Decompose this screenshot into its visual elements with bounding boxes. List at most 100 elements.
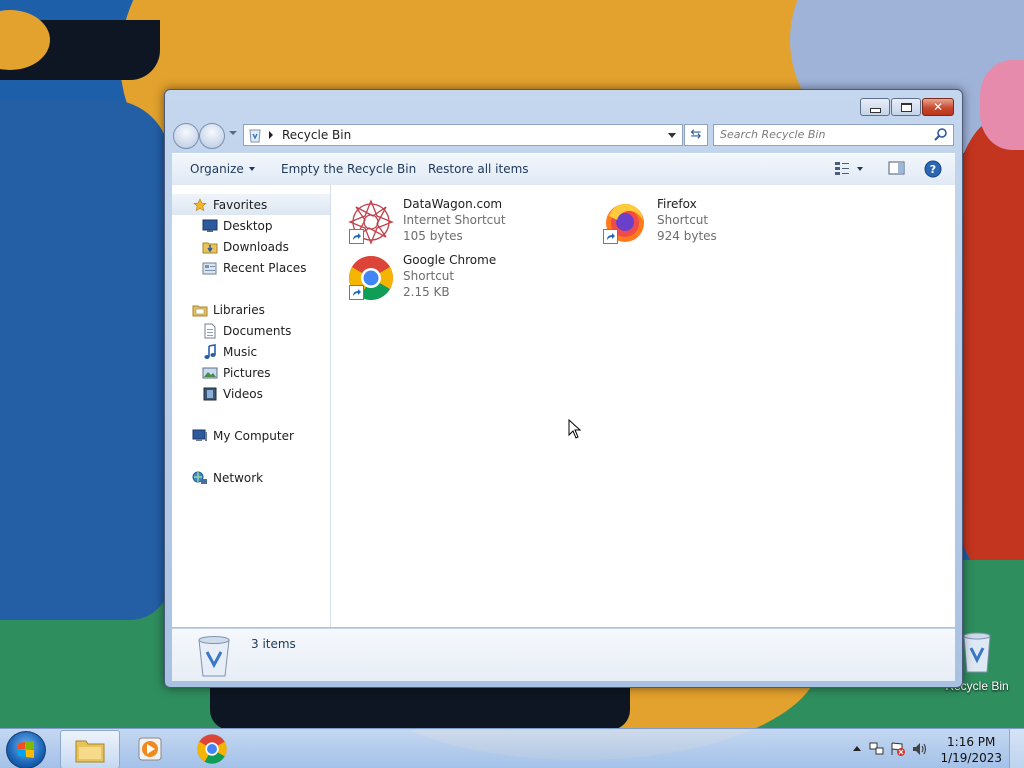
shortcut-arrow-icon: [349, 229, 364, 244]
recent-places-icon: [202, 260, 218, 276]
taskbar-explorer[interactable]: [60, 730, 120, 768]
downloads-folder-icon: [202, 239, 218, 255]
explorer-body: Favorites Desktop Downloads Recent Place…: [172, 185, 955, 627]
refresh-button[interactable]: ⇆: [684, 124, 708, 146]
svg-text:?: ?: [930, 163, 936, 176]
windows-logo-icon: [18, 741, 34, 758]
search-icon[interactable]: [934, 128, 947, 141]
nav-label: Favorites: [213, 197, 268, 212]
file-type: Shortcut: [657, 213, 709, 227]
show-hidden-icons-icon[interactable]: [849, 742, 865, 756]
address-bar[interactable]: Recycle Bin: [243, 124, 683, 146]
datawagon-icon: [347, 198, 395, 246]
details-pane: 3 items: [172, 628, 955, 681]
clock-time: 1:16 PM: [947, 735, 996, 749]
refresh-icon: ⇆: [690, 127, 702, 142]
back-button[interactable]: [173, 123, 199, 149]
nav-recent-places[interactable]: Recent Places: [172, 257, 330, 278]
nav-label: Libraries: [213, 302, 265, 317]
maximize-button[interactable]: [891, 98, 921, 116]
taskbar-media-player[interactable]: [121, 730, 179, 767]
nav-music[interactable]: Music: [172, 341, 330, 362]
nav-label: Music: [223, 344, 258, 359]
nav-label: Network: [213, 470, 264, 485]
file-name: DataWagon.com: [403, 197, 503, 211]
recycle-bin-icon: [198, 636, 230, 677]
explorer-window[interactable]: ✕ Recycle Bin ⇆ Organize Empty the R: [164, 89, 963, 688]
nav-label: My Computer: [213, 428, 294, 443]
shortcut-arrow-icon: [349, 285, 364, 300]
show-desktop-button[interactable]: [1009, 729, 1024, 768]
nav-libraries[interactable]: Libraries: [172, 299, 330, 320]
system-tray: 1:16 PM 1/19/2023: [844, 729, 1024, 768]
item-count: 3 items: [251, 637, 296, 651]
nav-downloads[interactable]: Downloads: [172, 236, 330, 257]
taskbar-chrome[interactable]: [183, 730, 241, 767]
search-box[interactable]: [713, 124, 954, 146]
breadcrumb[interactable]: Recycle Bin: [282, 128, 351, 142]
nav-label: Pictures: [223, 365, 271, 380]
nav-pictures[interactable]: Pictures: [172, 362, 330, 383]
file-type: Internet Shortcut: [403, 213, 506, 227]
action-center-flag-icon[interactable]: [890, 742, 906, 756]
mouse-cursor-icon: [568, 419, 582, 439]
search-input[interactable]: [714, 125, 931, 143]
close-button[interactable]: ✕: [922, 98, 954, 116]
recycle-bin-icon: [249, 129, 261, 143]
maximize-icon: [900, 102, 912, 112]
minimize-icon: [869, 107, 881, 113]
recent-pages-dropdown[interactable]: [229, 131, 237, 135]
taskbar: 1:16 PM 1/19/2023: [0, 728, 1024, 768]
file-list[interactable]: DataWagon.com Internet Shortcut 105 byte…: [331, 185, 955, 627]
empty-recycle-bin-button[interactable]: Empty the Recycle Bin: [281, 162, 416, 176]
wallpaper-shape: [980, 60, 1024, 150]
nav-label: Desktop: [223, 218, 273, 233]
nav-documents[interactable]: Documents: [172, 320, 330, 341]
chrome-icon: [347, 254, 395, 302]
file-size: 2.15 KB: [403, 285, 450, 299]
nav-my-computer[interactable]: My Computer: [172, 425, 330, 446]
nav-label: Recent Places: [223, 260, 307, 275]
clock-date: 1/19/2023: [940, 751, 1002, 765]
close-icon: ✕: [932, 100, 944, 114]
organize-label: Organize: [190, 162, 244, 176]
file-item-datawagon[interactable]: DataWagon.com Internet Shortcut 105 byte…: [331, 193, 571, 245]
nav-videos[interactable]: Videos: [172, 383, 330, 404]
nav-label: Downloads: [223, 239, 289, 254]
documents-icon: [202, 323, 218, 339]
videos-icon: [202, 386, 218, 402]
nav-desktop[interactable]: Desktop: [172, 215, 330, 236]
star-icon: [192, 197, 208, 213]
forward-button[interactable]: [199, 123, 225, 149]
nav-label: Documents: [223, 323, 292, 338]
breadcrumb-arrow-icon[interactable]: [269, 131, 273, 139]
network-group: Network: [172, 467, 330, 488]
firefox-icon: [601, 198, 649, 246]
navigation-pane[interactable]: Favorites Desktop Downloads Recent Place…: [172, 185, 331, 627]
start-button[interactable]: [6, 731, 46, 768]
file-name: Google Chrome: [403, 253, 497, 267]
view-options-icon[interactable]: [834, 160, 864, 176]
address-row: Recycle Bin ⇆: [173, 123, 954, 149]
network-icon: [192, 470, 208, 486]
nav-favorites[interactable]: Favorites: [172, 194, 330, 215]
nav-network[interactable]: Network: [172, 467, 330, 488]
file-item-firefox[interactable]: Firefox Shortcut 924 bytes: [585, 193, 825, 245]
network-status-icon[interactable]: [869, 742, 885, 756]
address-dropdown-icon[interactable]: [668, 133, 676, 138]
libraries-icon: [192, 302, 208, 318]
file-type: Shortcut: [403, 269, 455, 283]
preview-pane-icon[interactable]: [888, 160, 906, 176]
pictures-icon: [202, 365, 218, 381]
computer-group: My Computer: [172, 425, 330, 446]
help-icon[interactable]: ?: [924, 160, 942, 178]
music-icon: [202, 343, 218, 360]
organize-button[interactable]: Organize: [190, 162, 255, 176]
clock[interactable]: 1:16 PM 1/19/2023: [940, 734, 1002, 766]
file-item-chrome[interactable]: Google Chrome Shortcut 2.15 KB: [331, 249, 571, 301]
minimize-button[interactable]: [860, 98, 890, 116]
volume-icon[interactable]: [912, 742, 928, 756]
restore-all-button[interactable]: Restore all items: [428, 162, 529, 176]
recycle-bin-icon: [963, 632, 991, 673]
file-size: 924 bytes: [657, 229, 717, 243]
